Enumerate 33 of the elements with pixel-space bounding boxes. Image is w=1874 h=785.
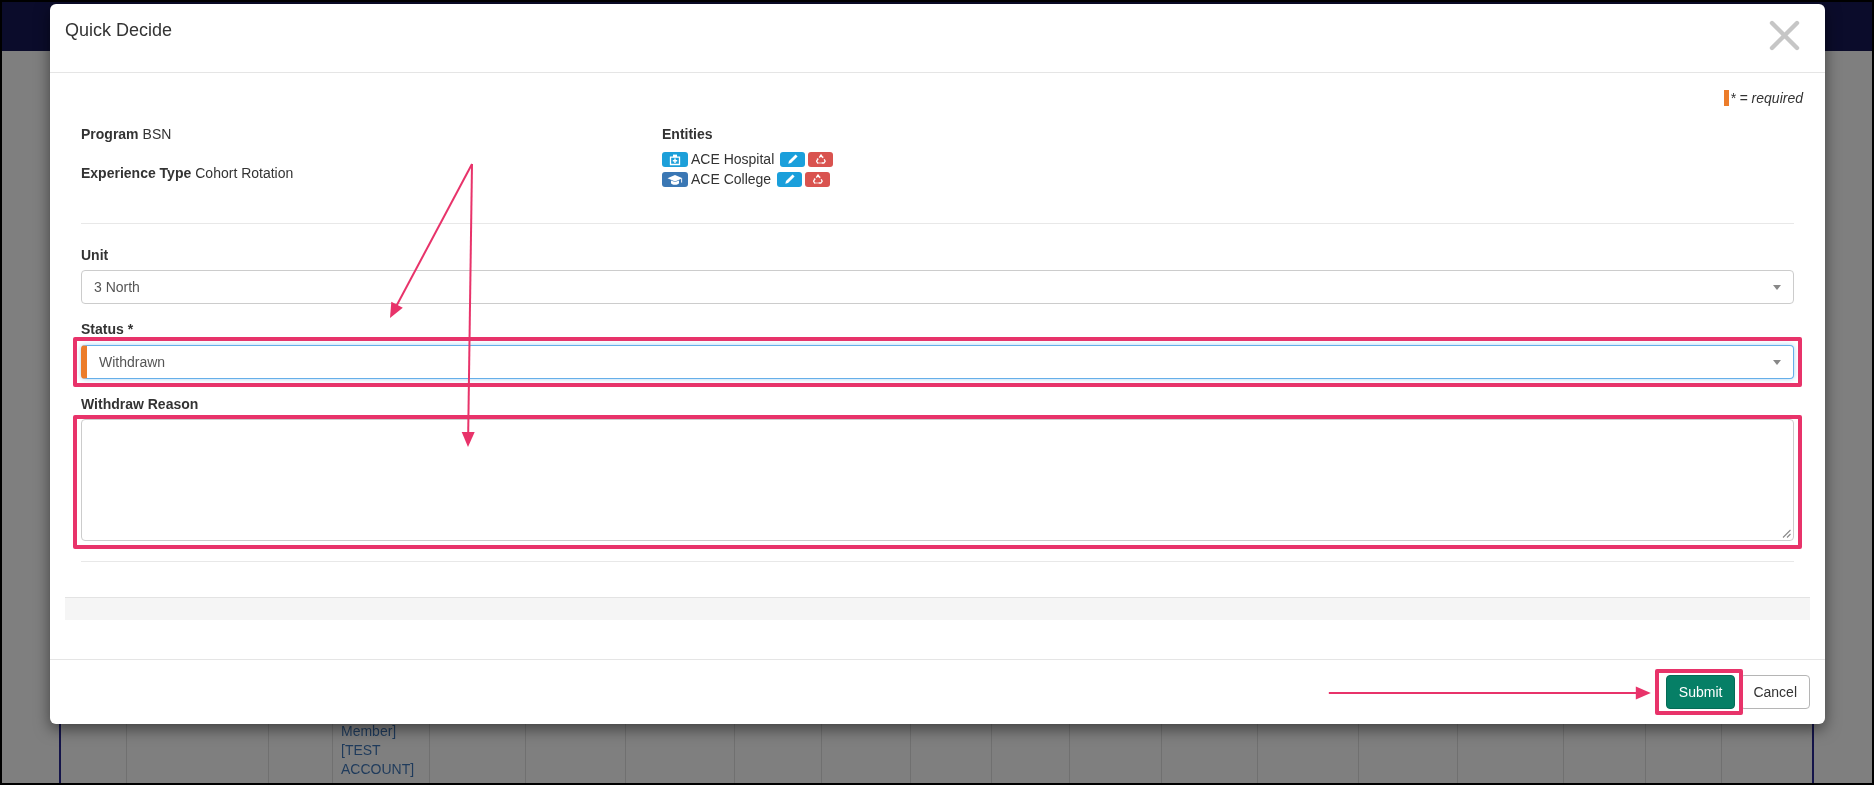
detail-value: BSN <box>142 126 172 142</box>
edit-button[interactable] <box>780 151 806 167</box>
field-label: Status * <box>81 321 135 337</box>
caret-icon <box>1773 284 1781 290</box>
pencil-icon <box>784 174 795 184</box>
edit-button[interactable] <box>777 171 803 187</box>
close-icon <box>1769 20 1800 51</box>
section-heading: Entities <box>662 125 714 144</box>
required-legend: * = required <box>1730 88 1803 108</box>
recycle-icon <box>815 154 826 164</box>
detail-value: Cohort Rotation <box>195 165 294 181</box>
detail-label: Experience Type <box>81 165 192 181</box>
recycle-icon <box>812 174 823 184</box>
entity-name: ACE Hospital <box>691 150 775 169</box>
dropdown-field[interactable]: Withdrawn <box>81 345 1794 379</box>
dialog-title: Quick Decide <box>65 19 173 42</box>
hospital-icon <box>662 151 688 167</box>
dropdown-field[interactable]: 3 North <box>81 270 1794 304</box>
required-marker-icon <box>1724 90 1730 106</box>
primary-button[interactable]: Submit <box>1665 675 1736 709</box>
caret-icon <box>1773 359 1781 365</box>
recycle-button[interactable] <box>805 171 831 187</box>
graduation-cap-icon <box>662 171 688 187</box>
field-label: Withdraw Reason <box>81 396 200 412</box>
close-button[interactable] <box>1769 20 1800 51</box>
pencil-icon <box>787 154 798 164</box>
secondary-button[interactable]: Cancel <box>1740 675 1810 709</box>
resize-grip-icon <box>1782 529 1791 538</box>
table-entry-text: Member] [TEST ACCOUNT] <box>341 722 416 779</box>
recycle-button[interactable] <box>808 151 834 167</box>
detail-label: Program <box>81 126 139 142</box>
field-label: Unit <box>81 247 110 263</box>
entity-name: ACE College <box>691 170 772 189</box>
